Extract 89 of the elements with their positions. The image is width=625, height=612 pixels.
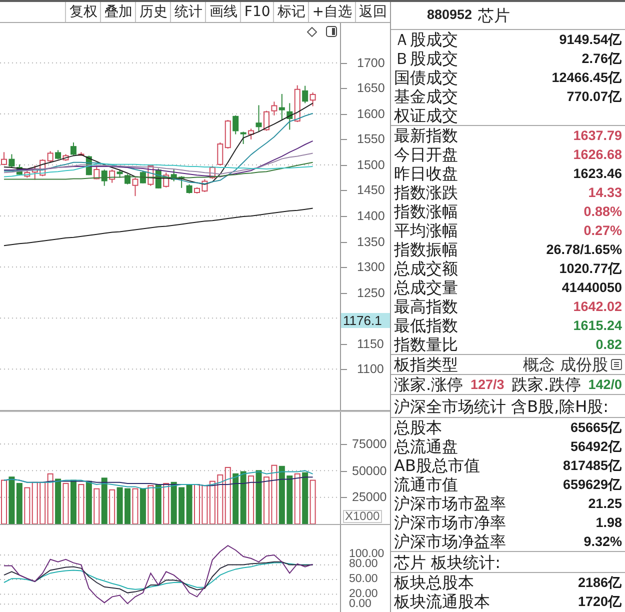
stat-value: 65665亿: [570, 419, 622, 437]
axis-label: 1450: [357, 182, 385, 198]
stat-value: 21.25: [588, 495, 622, 513]
list-icon[interactable]: [611, 359, 622, 370]
stat-label: 涨家.涨停: [394, 375, 464, 394]
stat-value: 41440050: [562, 279, 622, 297]
section-title: 沪深全市场统计 含B股,除H股:: [394, 396, 609, 416]
stat-label: 总流通盘: [394, 437, 458, 456]
stat-value: 1623.46: [573, 165, 622, 183]
stat-label: 最新指数: [394, 126, 458, 145]
axis-label: 0.00: [349, 600, 372, 609]
axis-label: 1550: [357, 131, 385, 148]
stat-value: 2186亿: [578, 574, 622, 592]
stat-label: 国债成交: [394, 68, 458, 87]
axis-label: 50.00: [349, 575, 378, 584]
axis-label: 1400: [357, 208, 385, 224]
stat-label: 指数振幅: [394, 240, 458, 259]
stat-label: 总成交量: [394, 278, 458, 297]
stat-label: 昨日收盘: [394, 164, 458, 183]
stat-label: 平均涨幅: [394, 221, 458, 240]
stat-label: 沪深市场净益率: [394, 532, 506, 551]
axis-label: 1600: [357, 106, 385, 122]
stat-label: 最低指数: [394, 316, 458, 335]
stat-label: 最高指数: [394, 297, 458, 316]
stat-label: 沪深市场市净率: [394, 513, 506, 532]
axis-label: 75000: [352, 437, 387, 451]
axis-label: 80.00: [349, 560, 378, 570]
stat-label: 指数涨跌: [394, 183, 458, 202]
cursor-price-label: 1176.1: [341, 313, 390, 328]
stat-value: 1626.68: [573, 146, 622, 164]
stat-label: 板块总股本: [394, 573, 474, 592]
stat-value: 1615.24: [573, 317, 622, 335]
diamond-icon[interactable]: [307, 27, 317, 37]
stat-value: 0.27%: [584, 222, 622, 240]
stat-value: 概念 成份股: [522, 355, 608, 374]
stat-label: 板块流通股本: [394, 592, 490, 611]
index-name: 芯片: [478, 4, 510, 26]
stat-value: 0.82: [596, 336, 622, 354]
toolbar-button[interactable]: 统计: [170, 2, 206, 22]
section-title: 芯片 板块统计:: [394, 552, 500, 572]
stat-label: 沪深市场市盈率: [394, 494, 506, 513]
stat-label: 指数量比: [394, 335, 458, 354]
stat-value: 9.32%: [584, 533, 622, 551]
axis-label: 50000: [352, 464, 387, 478]
axis-label: 1500: [357, 156, 385, 173]
stat-label: 板指类型: [394, 355, 458, 374]
stat-value: 14.33: [588, 184, 622, 202]
axis-label: 20.00: [349, 590, 378, 599]
stat-value: 817485亿: [562, 457, 622, 475]
toolbar-button[interactable]: 复权: [65, 2, 100, 22]
stat-label: Ｂ股成交: [394, 49, 458, 68]
stat-value: 1642.02: [573, 298, 622, 316]
panel-toggle-icon[interactable]: [326, 26, 337, 37]
stat-label: 基金成交: [394, 87, 458, 106]
stat-label: 跌家.跌停: [512, 375, 581, 394]
stat-value: 770.07亿: [566, 88, 622, 106]
stat-value: 1637.79: [573, 127, 622, 145]
axis-label: 1700: [357, 54, 385, 71]
stat-value: 1.98: [596, 514, 622, 532]
stat-label: Ａ股成交: [394, 30, 458, 49]
stat-value: 0.88%: [584, 203, 622, 221]
stat-value: 9149.54亿: [559, 31, 622, 49]
axis-label: 1650: [357, 80, 385, 96]
stat-value: 142/0: [588, 376, 622, 394]
axis-label: 1150: [357, 336, 384, 352]
stat-label: 权证成交: [394, 106, 458, 125]
stat-label: 流通市值: [394, 475, 458, 494]
stat-value: 56492亿: [570, 438, 622, 456]
axis-label: 100.00: [349, 550, 384, 560]
stat-value: 1720亿: [578, 593, 622, 611]
axis-label: 1300: [357, 259, 385, 276]
stat-value: 26.78/1.65%: [546, 241, 622, 259]
axis-label: 25000: [352, 490, 387, 504]
stat-label: 总成交额: [394, 259, 458, 278]
toolbar-button[interactable]: +自选: [308, 2, 355, 22]
stat-value: 2.76亿: [582, 50, 622, 68]
stat-label: 总股本: [394, 418, 442, 437]
axis-label: 1250: [357, 284, 385, 301]
axis-label: 1350: [357, 234, 385, 250]
stat-label: 指数涨幅: [394, 202, 458, 221]
stat-value: 659629亿: [562, 476, 622, 494]
stat-value: 1020.77亿: [559, 260, 622, 278]
stat-value: 127/3: [470, 376, 504, 394]
stat-value: 12466.45亿: [552, 69, 622, 87]
stat-label: 今日开盘: [394, 145, 458, 164]
index-code: 880952: [427, 6, 472, 24]
axis-label: 1100: [357, 361, 384, 378]
scale-label: X1000: [343, 510, 382, 523]
stat-label: AB股总市值: [394, 456, 480, 475]
